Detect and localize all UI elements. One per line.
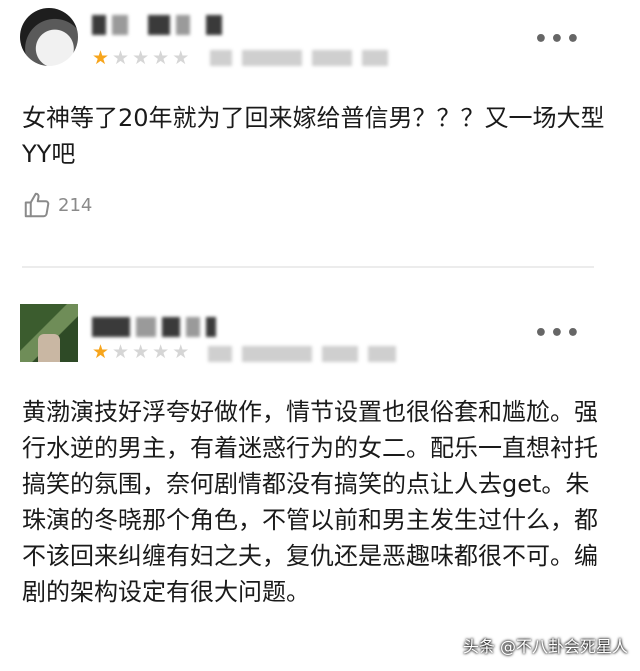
rating-stars: ★ ★ ★ ★ ★ (92, 48, 189, 68)
star-icon: ★ (152, 341, 170, 363)
review-card-1: ★ ★ ★ ★ ★ ••• 女神等了20年就为了回来嫁给普信男？？？又一场大型Y… (0, 0, 640, 260)
star-icon: ★ (112, 47, 130, 69)
star-icon: ★ (152, 47, 170, 69)
avatar[interactable] (20, 304, 78, 362)
review-meta-redacted (210, 50, 388, 66)
username-redacted[interactable] (92, 14, 222, 36)
username-redacted[interactable] (92, 316, 216, 338)
review-card-2: ★ ★ ★ ★ ★ ••• 黄渤演技好浮夸好做作，情节设置也很俗套和尴尬。强行水… (0, 300, 640, 671)
star-icon: ★ (172, 341, 190, 363)
rating-stars: ★ ★ ★ ★ ★ (92, 342, 189, 362)
like-count: 214 (58, 194, 93, 216)
more-options-button[interactable]: ••• (533, 27, 582, 52)
star-icon: ★ (172, 47, 190, 69)
star-icon: ★ (92, 47, 110, 69)
review-text: 黄渤演技好浮夸好做作，情节设置也很俗套和尴尬。强行水逆的男主，有着迷惑行为的女二… (22, 398, 598, 606)
review-meta-redacted (208, 346, 396, 362)
avatar[interactable] (20, 8, 78, 66)
star-icon: ★ (112, 341, 130, 363)
star-icon: ★ (132, 341, 150, 363)
more-options-button[interactable]: ••• (533, 321, 582, 346)
more-dots-icon: ••• (533, 27, 582, 52)
star-icon: ★ (132, 47, 150, 69)
more-dots-icon: ••• (533, 321, 582, 346)
like-button[interactable]: 214 (22, 190, 92, 220)
divider (22, 266, 594, 268)
watermark: 头条 @不八卦会死星人 (462, 637, 628, 656)
star-icon: ★ (92, 341, 110, 363)
thumbs-up-icon (24, 192, 50, 218)
review-text: 女神等了20年就为了回来嫁给普信男？？？又一场大型YY吧 (22, 104, 605, 168)
